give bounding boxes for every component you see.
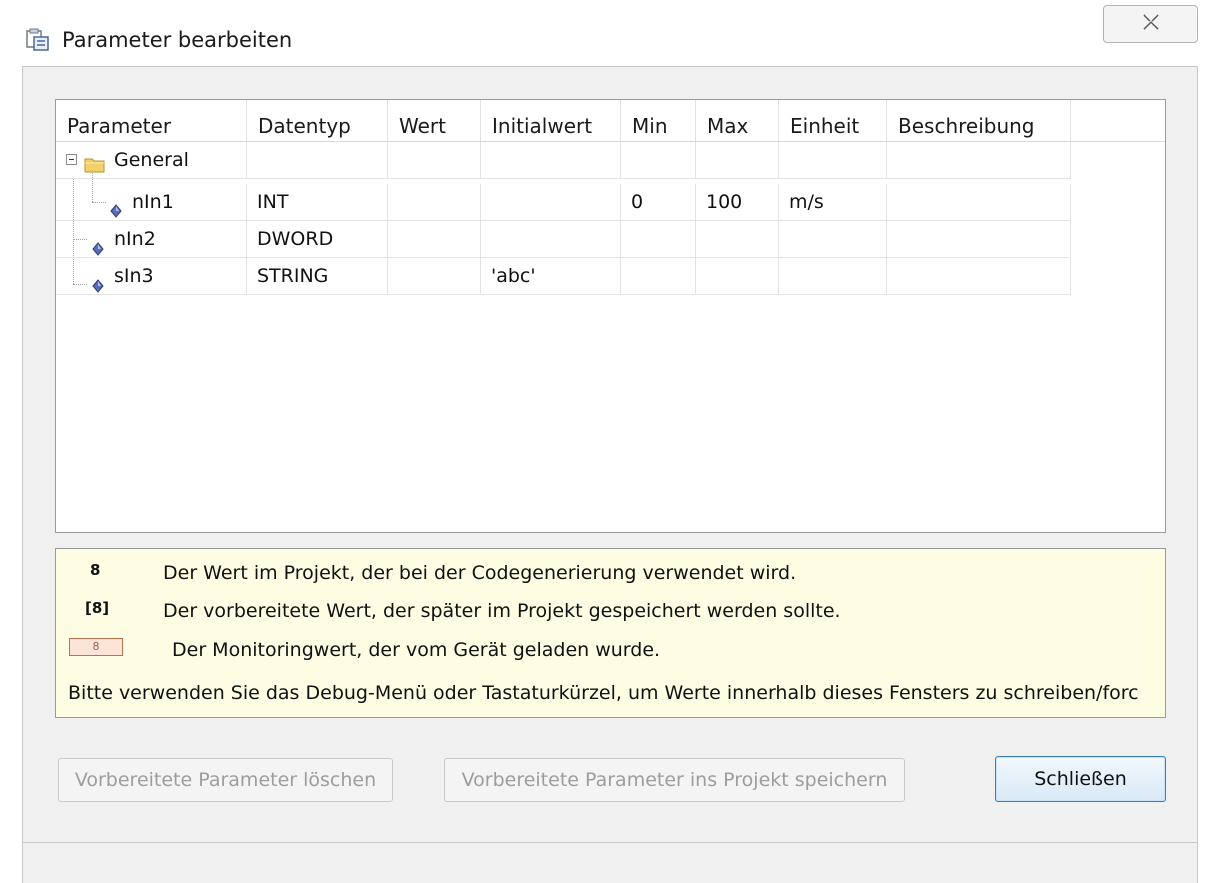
cell-beschreibung xyxy=(887,258,1071,295)
cell-parameter: nIn2 xyxy=(56,221,247,258)
dialog-icon xyxy=(26,28,50,52)
legend-note: Bitte verwenden Sie das Debug-Menü oder … xyxy=(68,682,1139,704)
cell-wert[interactable] xyxy=(388,258,481,295)
table-row[interactable]: nIn2 DWORD xyxy=(56,221,1071,258)
cell-datentyp: INT xyxy=(247,184,388,221)
cell-beschreibung xyxy=(887,221,1071,258)
title-bar: Parameter bearbeiten xyxy=(0,0,1205,66)
parameter-grid[interactable]: Parameter Datentyp Wert Initialwert Min … xyxy=(55,99,1166,533)
delete-prepared-parameters-button[interactable]: Vorbereitete Parameter löschen xyxy=(58,758,393,802)
column-header-datentyp[interactable]: Datentyp xyxy=(247,100,388,141)
parameter-icon xyxy=(92,232,104,257)
cell-beschreibung xyxy=(887,184,1071,221)
cell-datentyp xyxy=(247,142,388,179)
parameter-icon xyxy=(110,194,122,220)
close-icon xyxy=(1141,13,1161,35)
table-row[interactable]: sIn3 STRING 'abc' xyxy=(56,258,1071,295)
parameter-name: nIn2 xyxy=(114,228,156,250)
cell-initialwert: 'abc' xyxy=(481,258,621,295)
cell-datentyp: DWORD xyxy=(247,221,388,258)
folder-icon xyxy=(84,150,106,178)
parameter-name: sIn3 xyxy=(114,265,154,287)
grid-header: Parameter Datentyp Wert Initialwert Min … xyxy=(56,100,1165,142)
close-window-button[interactable] xyxy=(1103,5,1198,43)
cell-wert[interactable] xyxy=(388,221,481,258)
legend-text-monitoring-value: Der Monitoringwert, der vom Gerät gelade… xyxy=(172,639,661,661)
cell-max xyxy=(696,221,779,258)
status-bar xyxy=(23,842,1197,883)
cell-min xyxy=(621,142,696,179)
column-header-wert[interactable]: Wert xyxy=(388,100,481,141)
cell-initialwert xyxy=(481,142,621,179)
cell-max xyxy=(696,258,779,295)
column-header-parameter[interactable]: Parameter xyxy=(56,100,247,141)
column-header-beschreibung[interactable]: Beschreibung xyxy=(887,100,1071,141)
cell-initialwert xyxy=(481,184,621,221)
dialog-title: Parameter bearbeiten xyxy=(62,28,293,52)
save-prepared-parameters-button[interactable]: Vorbereitete Parameter ins Projekt speic… xyxy=(444,758,905,802)
cell-einheit xyxy=(779,258,887,295)
parameter-name: General xyxy=(114,149,189,171)
legend-symbol-prepared-value: [8] xyxy=(85,599,110,617)
parameter-name: nIn1 xyxy=(132,191,174,213)
cell-wert[interactable] xyxy=(388,142,481,179)
column-header-initialwert[interactable]: Initialwert xyxy=(481,100,621,141)
collapse-toggle-icon[interactable] xyxy=(66,154,77,165)
cell-parameter: sIn3 xyxy=(56,258,247,295)
parameter-dialog: Parameter bearbeiten Parameter Datentyp … xyxy=(0,0,1205,883)
legend-symbol-monitoring-value: 8 xyxy=(69,638,123,656)
close-button[interactable]: Schließen xyxy=(995,756,1166,802)
cell-max: 100 xyxy=(696,184,779,221)
column-header-min[interactable]: Min xyxy=(621,100,696,141)
cell-min xyxy=(621,258,696,295)
cell-min xyxy=(621,221,696,258)
parameter-icon xyxy=(92,269,104,294)
legend-text-prepared-value: Der vorbereitete Wert, der später im Pro… xyxy=(163,600,841,622)
cell-parameter: nIn1 xyxy=(56,184,247,221)
cell-einheit xyxy=(779,142,887,179)
column-header-einheit[interactable]: Einheit xyxy=(779,100,887,141)
legend-panel: 8 Der Wert im Projekt, der bei der Codeg… xyxy=(55,548,1166,718)
cell-max xyxy=(696,142,779,179)
table-row[interactable]: General xyxy=(56,142,1071,179)
legend-symbol-project-value: 8 xyxy=(90,561,101,579)
cell-einheit xyxy=(779,221,887,258)
legend-text-project-value: Der Wert im Projekt, der bei der Codegen… xyxy=(163,562,797,584)
table-row[interactable]: nIn1 INT 0 100 m/s xyxy=(56,184,1071,221)
cell-datentyp: STRING xyxy=(247,258,388,295)
cell-wert[interactable] xyxy=(388,184,481,221)
cell-beschreibung xyxy=(887,142,1071,179)
column-header-max[interactable]: Max xyxy=(696,100,779,141)
cell-parameter: General xyxy=(56,142,247,179)
cell-einheit: m/s xyxy=(779,184,887,221)
cell-min: 0 xyxy=(621,184,696,221)
cell-initialwert xyxy=(481,221,621,258)
